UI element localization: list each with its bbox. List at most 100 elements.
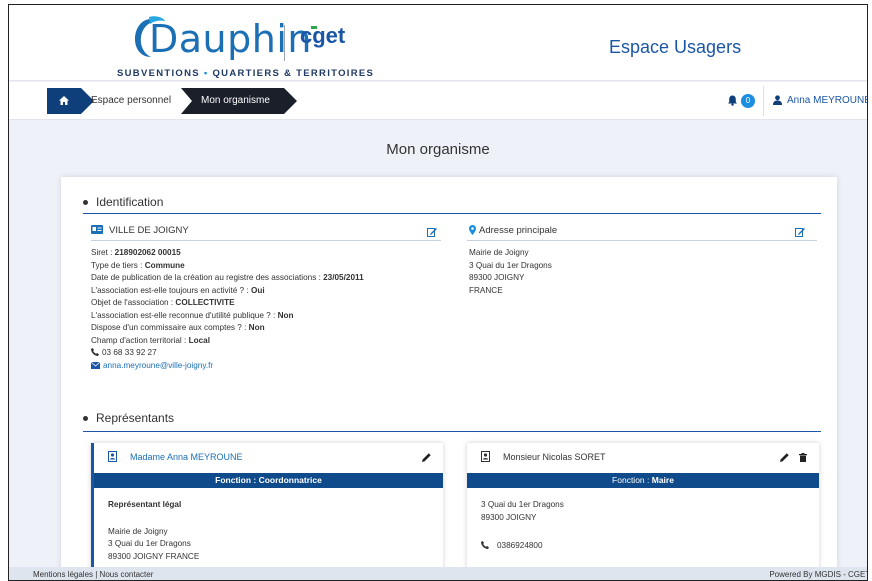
address-block: Mairie de Joigny 3 Quai du 1er Dragons 8… — [469, 247, 552, 297]
field-type-tiers: Type de tiers : Commune — [91, 260, 364, 273]
user-menu[interactable]: Anna MEYROUNE — [787, 95, 867, 106]
representant-phone: 0386924800 — [481, 540, 564, 553]
address-line: 3 Quai du 1er Dragons — [481, 500, 564, 509]
org-phone: 03 68 33 92 27 — [91, 347, 364, 360]
field-commissaire: Dispose d'un commissaire aux comptes ? :… — [91, 322, 364, 335]
breadcrumb: Espace personnel Mon organisme 0 Anna ME… — [9, 82, 867, 120]
address-line: Mairie de Joigny — [108, 526, 168, 536]
app-frame: Dauphin cget SUBVENTIONS • QUARTIERS & T… — [8, 4, 868, 581]
id-card-icon — [91, 225, 103, 234]
field-label: L'association est-elle toujours en activ… — [91, 285, 251, 295]
representants-divider — [83, 431, 821, 432]
edit-identification-icon[interactable] — [427, 227, 437, 237]
field-label: Dispose d'un commissaire aux comptes ? : — [91, 323, 249, 332]
address-line: 89300 JOIGNY — [481, 512, 537, 522]
user-icon — [773, 95, 782, 105]
representant-card: Monsieur Nicolas SORET Fonction : Maire … — [467, 443, 819, 580]
trash-icon[interactable] — [799, 453, 807, 462]
header: Dauphin cget SUBVENTIONS • QUARTIERS & T… — [9, 5, 867, 81]
dauphin-logo[interactable]: Dauphin cget SUBVENTIONS • QUARTIERS & T… — [117, 13, 377, 79]
org-name-divider — [91, 240, 441, 241]
field-value: 23/05/2011 — [323, 273, 364, 282]
footer-links[interactable]: Mentions légales | Nous contacter — [33, 567, 153, 580]
field-siret: Siret : 218902062 00015 — [91, 247, 364, 260]
footer-powered-by: Powered By MGDIS - CGET - — [769, 570, 868, 579]
org-email: anna.meyroune@ville-joigny.fr — [90, 360, 364, 373]
breadcrumb-mon-organisme[interactable]: Mon organisme — [181, 88, 297, 114]
field-champ-action: Champ d'action territorial : Local — [91, 335, 364, 348]
org-phone-text: 03 68 33 92 27 — [102, 348, 157, 357]
address-divider — [467, 240, 817, 241]
address-heading: Adresse principale — [479, 225, 558, 236]
logo-text: Dauphin — [149, 17, 312, 61]
address-line: 3 Quai du 1er Dragons — [108, 539, 191, 548]
representant-card: Madame Anna MEYROUNE Fonction : Coordonn… — [91, 443, 443, 580]
representant-phone-text: 0386924800 — [497, 541, 543, 550]
bell-icon[interactable] — [727, 95, 738, 106]
representant-function: Fonction : Maire — [467, 473, 819, 488]
pencil-icon[interactable] — [780, 453, 789, 462]
breadcrumb-espace-personnel[interactable]: Espace personnel — [91, 95, 171, 106]
representant-header: Madame Anna MEYROUNE — [94, 443, 443, 473]
identification-heading: Identification — [83, 195, 163, 209]
home-icon — [59, 96, 69, 105]
representant-body: Représentant légal Mairie de Joigny 3 Qu… — [108, 499, 199, 563]
bullet-icon — [83, 416, 88, 422]
contact-card-icon — [481, 451, 490, 462]
function-value: Maire — [651, 475, 674, 485]
breadcrumb-home[interactable] — [47, 88, 94, 114]
representant-name[interactable]: Madame Anna MEYROUNE — [130, 452, 243, 462]
function-label: Fonction : — [215, 475, 259, 485]
tagline-part1: SUBVENTIONS — [117, 68, 200, 79]
field-value: Non — [277, 310, 294, 320]
identification-heading-text: Identification — [96, 195, 164, 209]
contact-card-icon — [108, 451, 117, 462]
field-utilite-publique: L'association est-elle reconnue d'utilit… — [91, 310, 364, 323]
notification-badge[interactable]: 0 — [741, 94, 755, 108]
phone-icon — [91, 348, 99, 356]
map-marker-icon — [469, 225, 476, 235]
representant-body: 3 Quai du 1er Dragons 89300 JOIGNY 03869… — [481, 499, 564, 553]
org-email-link[interactable]: anna.meyroune@ville-joigny.fr — [103, 361, 213, 370]
field-label: Date de publication de la création au re… — [91, 273, 324, 282]
cget-accent — [311, 26, 317, 29]
representant-header: Monsieur Nicolas SORET — [467, 443, 819, 473]
pencil-icon[interactable] — [422, 453, 431, 462]
address-line: Mairie de Joigny — [469, 248, 529, 257]
footer: Mentions légales | Nous contacter Powere… — [9, 567, 868, 580]
field-label: Champ d'action territorial : — [91, 335, 189, 345]
address-line: 3 Quai du 1er Dragons — [469, 260, 552, 270]
field-label: Type de tiers : — [91, 260, 145, 270]
field-value: Non — [248, 323, 265, 332]
representant-name[interactable]: Monsieur Nicolas SORET — [503, 452, 606, 462]
field-value: COLLECTIVITE — [175, 298, 235, 307]
tagline-part2: QUARTIERS & TERRITOIRES — [212, 68, 375, 79]
field-label: Objet de l'association : — [91, 298, 176, 307]
field-value: 218902062 00015 — [114, 248, 181, 257]
function-value: Coordonnatrice — [258, 475, 322, 485]
phone-icon — [481, 541, 489, 549]
page-title: Mon organisme — [386, 141, 490, 158]
representants-heading-text: Représentants — [96, 411, 175, 425]
field-objet: Objet de l'association : COLLECTIVITE — [91, 297, 364, 310]
field-label: Siret : — [91, 248, 115, 257]
organisme-card: Identification VILLE DE JOIGNY Adresse p… — [61, 177, 837, 580]
bullet-icon — [83, 200, 88, 206]
field-activite: L'association est-elle toujours en activ… — [91, 285, 364, 298]
function-label: Fonction : — [612, 475, 652, 485]
logo-separator — [284, 25, 285, 61]
edit-address-icon[interactable] — [795, 227, 805, 237]
field-value: Local — [188, 335, 210, 345]
tagline-dot: • — [203, 68, 209, 79]
representants-heading: Représentants — [83, 411, 174, 425]
identification-fields: Siret : 218902062 00015 Type de tiers : … — [90, 247, 364, 373]
address-line: FRANCE — [469, 285, 503, 295]
user-separator — [763, 86, 764, 116]
address-line: 89300 JOIGNY — [469, 273, 525, 282]
cget-logo: cget — [300, 23, 346, 48]
space-title: Espace Usagers — [609, 37, 742, 57]
field-label: L'association est-elle reconnue d'utilit… — [91, 310, 278, 320]
envelope-icon — [90, 361, 101, 369]
representant-function: Fonction : Coordonnatrice — [94, 473, 443, 488]
field-date-publication: Date de publication de la création au re… — [91, 272, 364, 285]
